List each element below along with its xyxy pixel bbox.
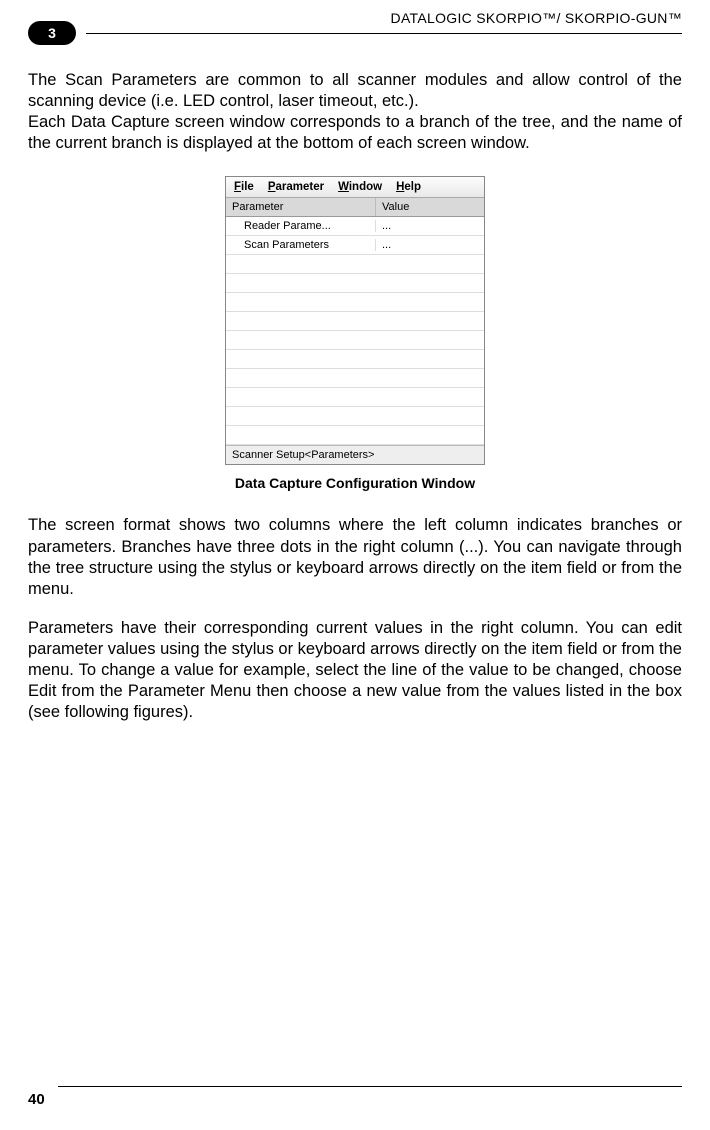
table-row[interactable] — [226, 369, 484, 388]
paragraph-1b: Each Data Capture screen window correspo… — [28, 112, 682, 154]
menu-help[interactable]: Help — [396, 181, 421, 193]
figure-caption: Data Capture Configuration Window — [28, 475, 682, 491]
cell-name: Scan Parameters — [226, 239, 376, 251]
table-row[interactable] — [226, 426, 484, 445]
table-row[interactable] — [226, 293, 484, 312]
table-row[interactable]: Scan Parameters... — [226, 236, 484, 255]
column-headers: Parameter Value — [226, 198, 484, 217]
table-row[interactable] — [226, 331, 484, 350]
header-title: DATALOGIC SKORPIO™/ SKORPIO-GUN™ — [391, 10, 682, 26]
col-header-value[interactable]: Value — [376, 198, 484, 216]
paragraph-1a: The Scan Parameters are common to all sc… — [28, 70, 682, 112]
col-header-parameter[interactable]: Parameter — [226, 198, 376, 216]
page-number: 40 — [28, 1091, 682, 1108]
config-window: File Parameter Window Help Parameter Val… — [225, 176, 485, 465]
table-row[interactable] — [226, 274, 484, 293]
table-row[interactable] — [226, 312, 484, 331]
intro-paragraphs: The Scan Parameters are common to all sc… — [28, 70, 682, 154]
table-row[interactable] — [226, 255, 484, 274]
chapter-badge: 3 — [28, 21, 76, 45]
paragraph-2: The screen format shows two columns wher… — [28, 515, 682, 599]
status-bar: Scanner Setup<Parameters> — [226, 445, 484, 464]
cell-name: Reader Parame... — [226, 220, 376, 232]
table-row[interactable] — [226, 388, 484, 407]
menu-window[interactable]: Window — [338, 181, 382, 193]
table-row[interactable] — [226, 407, 484, 426]
paragraph-3: Parameters have their corresponding curr… — [28, 618, 682, 724]
para2-text: The screen format shows two columns wher… — [28, 515, 682, 599]
screenshot-container: File Parameter Window Help Parameter Val… — [28, 176, 682, 465]
menu-file[interactable]: File — [234, 181, 254, 193]
table-row[interactable]: Reader Parame...... — [226, 217, 484, 236]
cell-value: ... — [376, 220, 484, 232]
menu-parameter[interactable]: Parameter — [268, 181, 324, 193]
footer: 40 — [28, 1086, 682, 1108]
header-rule — [86, 33, 682, 34]
menubar: File Parameter Window Help — [226, 177, 484, 198]
cell-value: ... — [376, 239, 484, 251]
table-row[interactable] — [226, 350, 484, 369]
footer-rule — [58, 1086, 682, 1087]
para3-text: Parameters have their corresponding curr… — [28, 618, 682, 724]
grid: Reader Parame...... Scan Parameters... — [226, 217, 484, 445]
